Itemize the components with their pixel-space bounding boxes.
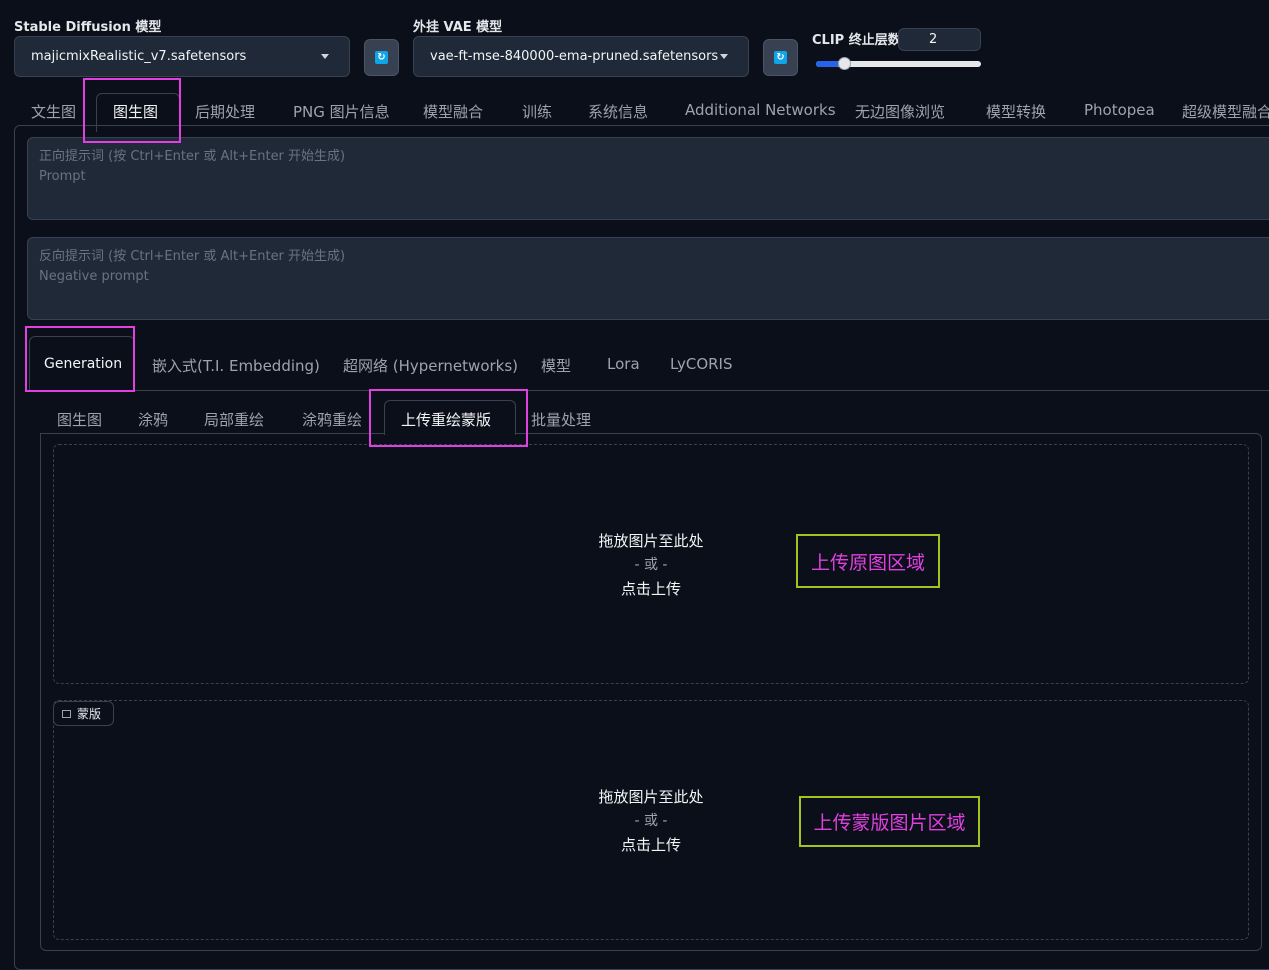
annotation-mask-area: 上传蒙版图片区域 [799,796,980,847]
tab-mode-inpaint[interactable]: 局部重绘 [204,409,264,430]
vae-dropdown[interactable]: vae-ft-mse-840000-ema-pruned.safetensors [413,36,749,77]
tab-mode-sketch[interactable]: 涂鸦 [138,409,168,430]
tab-embedding[interactable]: 嵌入式(T.I. Embedding) [152,355,320,376]
negative-prompt-hint: 反向提示词 (按 Ctrl+Enter 或 Alt+Enter 开始生成) [39,249,346,264]
mask-label-badge: 蒙版 [53,701,114,726]
prompt-hint: 正向提示词 (按 Ctrl+Enter 或 Alt+Enter 开始生成) [39,149,346,164]
tab-infinite-browser[interactable]: 无边图像浏览 [855,101,945,122]
sub-tabs-divider [27,390,1269,391]
image-upload-area[interactable]: 拖放图片至此处 - 或 - 点击上传 [53,444,1249,684]
clip-slider-fill [816,61,840,67]
chevron-down-icon [321,54,329,59]
tab-train[interactable]: 训练 [522,101,552,122]
sd-model-dropdown[interactable]: majicmixRealistic_v7.safetensors [14,36,350,77]
vae-value: vae-ft-mse-840000-ema-pruned.safetensors [430,49,719,64]
vae-label: 外挂 VAE 模型 [413,20,503,35]
mask-upload-area[interactable]: 拖放图片至此处 - 或 - 点击上传 [53,700,1249,940]
clip-label: CLIP 终止层数 [812,33,901,48]
tab-extras[interactable]: 后期处理 [195,101,255,122]
highlight-inpaint-upload-tab [369,389,528,447]
mask-label: 蒙版 [77,707,102,721]
chevron-down-icon [720,54,728,59]
tab-mode-batch[interactable]: 批量处理 [531,409,591,430]
tab-lycoris[interactable]: LyCORIS [670,355,733,373]
tab-png-info[interactable]: PNG 图片信息 [293,101,390,122]
click-upload-text: 点击上传 [620,836,681,854]
drop-text: 拖放图片至此处 [598,788,704,806]
tab-models[interactable]: 模型 [541,355,571,376]
tab-mode-img2img[interactable]: 图生图 [57,409,102,430]
drop-text: 拖放图片至此处 [598,532,704,550]
tab-photopea[interactable]: Photopea [1084,101,1155,119]
highlight-generation-tab [25,326,135,392]
tab-system-info[interactable]: 系统信息 [588,101,648,122]
tab-super-merger[interactable]: 超级模型融合 [1182,101,1269,122]
tab-hypernetworks[interactable]: 超网络 (Hypernetworks) [343,355,518,376]
or-text: - 或 - [634,813,668,829]
refresh-icon: ↻ [375,51,388,64]
sd-model-label: Stable Diffusion 模型 [14,20,162,35]
tab-additional-networks[interactable]: Additional Networks [685,101,836,119]
tab-txt2img[interactable]: 文生图 [31,101,76,122]
highlight-img2img-tab [83,78,181,143]
negative-prompt-placeholder: Negative prompt [39,269,149,284]
clip-slider[interactable] [816,57,981,70]
sd-model-value: majicmixRealistic_v7.safetensors [31,49,247,64]
sd-model-refresh-button[interactable]: ↻ [364,39,399,76]
prompt-textarea[interactable]: 正向提示词 (按 Ctrl+Enter 或 Alt+Enter 开始生成) Pr… [27,137,1269,220]
or-text: - 或 - [634,557,668,573]
vae-refresh-button[interactable]: ↻ [763,39,798,76]
image-icon [62,709,71,718]
refresh-icon: ↻ [774,51,787,64]
clip-number-input[interactable]: 2 [898,28,981,51]
tab-mode-inpaint-sketch[interactable]: 涂鸦重绘 [302,409,362,430]
clip-slider-handle[interactable] [838,57,851,70]
click-upload-text: 点击上传 [620,580,681,598]
prompt-placeholder: Prompt [39,169,86,184]
tab-lora[interactable]: Lora [607,355,640,373]
annotation-original-area: 上传原图区域 [796,534,940,588]
tab-model-converter[interactable]: 模型转换 [986,101,1046,122]
tab-checkpoint-merger[interactable]: 模型融合 [423,101,483,122]
negative-prompt-textarea[interactable]: 反向提示词 (按 Ctrl+Enter 或 Alt+Enter 开始生成) Ne… [27,237,1269,320]
